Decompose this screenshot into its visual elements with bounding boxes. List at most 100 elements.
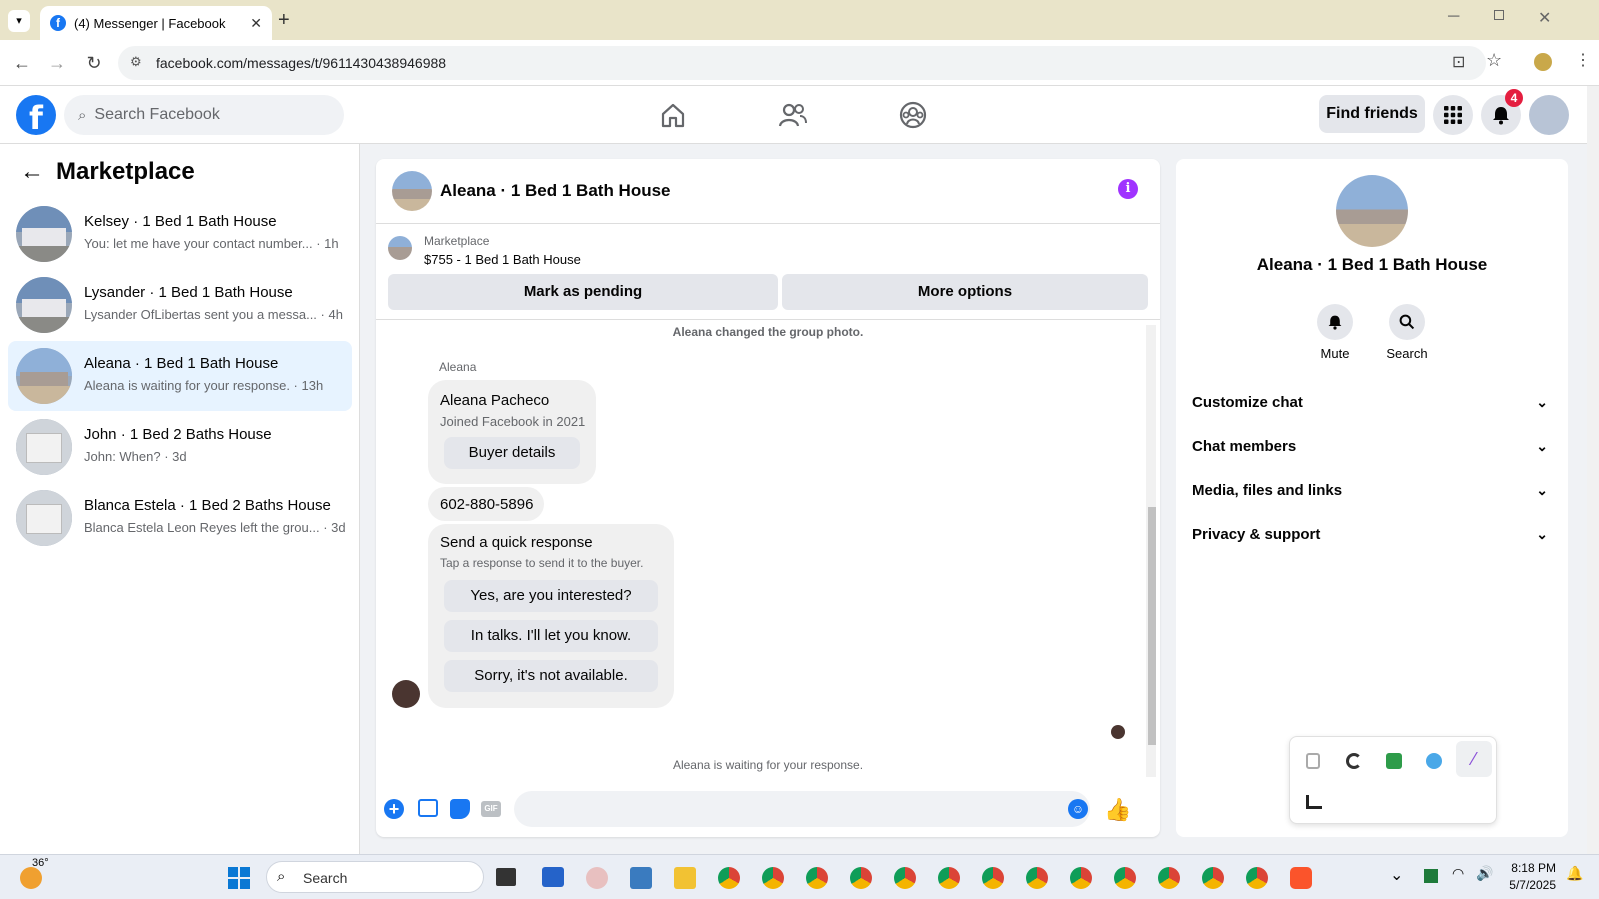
more-options-button[interactable]: More options [782,274,1148,310]
customize-chat-section[interactable]: Customize chat ⌄ [1192,394,1552,411]
friends-icon[interactable] [778,100,808,130]
chrome-icon[interactable] [982,867,1004,889]
quick-response-button[interactable]: Sorry, it's not available. [444,660,658,692]
mute-button[interactable] [1317,304,1353,340]
forward-icon[interactable]: → [44,50,70,76]
conversation-preview: You: let me have your contact number... … [84,236,339,251]
emoji-icon[interactable]: ☺ [1068,799,1088,819]
back-arrow-icon[interactable]: ← [20,158,44,186]
chrome-icon[interactable] [718,867,740,889]
chrome-icon[interactable] [1026,867,1048,889]
store-icon[interactable] [542,867,564,887]
buyer-details-button[interactable]: Buyer details [444,437,580,469]
reload-icon[interactable]: ↻ [81,50,107,76]
extension-icon[interactable] [1426,753,1442,769]
taskbar-search[interactable]: ⌕ Search [266,861,484,893]
browser-menu-icon[interactable]: ⋮ [1575,50,1591,70]
account-avatar[interactable] [1529,95,1569,135]
extension-icon[interactable] [1306,795,1322,809]
chrome-icon[interactable] [1114,867,1136,889]
chrome-icon[interactable] [850,867,872,889]
chrome-icon[interactable] [1070,867,1092,889]
brave-icon[interactable] [1290,867,1312,889]
chrome-icon[interactable] [806,867,828,889]
clock-date[interactable]: 5/7/2025 [1500,878,1556,892]
facebook-logo-icon[interactable]: f [16,95,56,137]
extension-icon[interactable]: ⁄ [1456,741,1492,777]
chrome-icon[interactable] [938,867,960,889]
gif-icon[interactable]: GIF [481,801,501,817]
page-scrollbar[interactable] [1587,86,1599,854]
sticker-icon[interactable] [450,799,470,819]
tab-list-dropdown-icon[interactable]: ▾ [8,10,30,32]
conversation-item[interactable]: John · 1 Bed 2 Baths House John: When? ·… [8,412,352,482]
conversation-item-active[interactable]: Aleana · 1 Bed 1 Bath House Aleana is wa… [8,341,352,411]
photo-icon[interactable] [418,799,438,817]
marketplace-conversation-list: ← Marketplace Kelsey · 1 Bed 1 Bath Hous… [0,144,360,854]
chrome-icon[interactable] [894,867,916,889]
back-icon[interactable]: ← [9,50,35,76]
chrome-icon[interactable] [1202,867,1224,889]
app-icon[interactable] [630,867,652,889]
privacy-support-section[interactable]: Privacy & support ⌄ [1192,526,1552,543]
listing-thumbnail[interactable] [388,236,412,260]
listing-price[interactable]: $755 - 1 Bed 1 Bath House [424,252,581,267]
groups-icon[interactable] [898,100,928,130]
conversation-item[interactable]: Kelsey · 1 Bed 1 Bath House You: let me … [8,199,352,269]
chat-avatar[interactable] [392,171,432,211]
minimize-icon[interactable]: ─ [1448,8,1459,26]
chat-profile-photo[interactable] [1336,175,1408,247]
home-icon[interactable] [658,100,688,130]
task-view-icon[interactable] [496,868,516,886]
install-app-icon[interactable]: ⊡ [1452,52,1465,72]
info-icon[interactable]: i [1118,179,1138,199]
notification-center-icon[interactable]: 🔔 [1566,865,1583,882]
message-input[interactable]: ☺ [514,791,1090,827]
conversation-item[interactable]: Lysander · 1 Bed 1 Bath House Lysander O… [8,270,352,340]
app-icon[interactable] [586,867,608,889]
chat-members-section[interactable]: Chat members ⌄ [1192,438,1552,455]
menu-grid-button[interactable] [1433,95,1473,135]
chat-scrollbar[interactable] [1146,325,1156,777]
close-window-icon[interactable]: ✕ [1538,8,1551,28]
extension-icon[interactable] [1306,753,1320,769]
url-field[interactable]: ⚙ facebook.com/messages/t/96114304389469… [118,46,1486,80]
like-thumb-icon[interactable]: 👍 [1104,797,1131,823]
chat-profile-name: Aleana · 1 Bed 1 Bath House [1256,255,1488,274]
clock-time[interactable]: 8:18 PM [1500,861,1556,875]
weather-icon[interactable] [20,867,42,889]
quick-response-button[interactable]: In talks. I'll let you know. [444,620,658,652]
chat-title[interactable]: Aleana · 1 Bed 1 Bath House [440,181,671,201]
facebook-search-input[interactable]: ⌕ Search Facebook [64,95,344,135]
new-tab-icon[interactable]: + [278,9,290,32]
sender-label: Aleana [439,360,477,374]
add-plus-icon[interactable]: + [384,799,404,819]
profile-icon[interactable] [1534,53,1552,71]
tray-overflow-icon[interactable]: ⌄ [1390,865,1403,885]
chrome-icon[interactable] [1246,867,1268,889]
facebook-favicon-icon: f [50,15,66,31]
site-info-icon[interactable]: ⚙ [130,54,142,70]
chrome-icon[interactable] [1158,867,1180,889]
chevron-down-icon: ⌄ [1536,482,1548,498]
chrome-icon[interactable] [762,867,784,889]
wifi-icon[interactable]: ◠ [1452,865,1464,882]
sender-avatar[interactable] [392,680,420,708]
volume-icon[interactable]: 🔊 [1476,865,1493,882]
file-explorer-icon[interactable] [674,867,696,889]
find-friends-button[interactable]: Find friends [1319,95,1425,133]
close-tab-icon[interactable]: ✕ [250,15,262,32]
media-files-links-section[interactable]: Media, files and links ⌄ [1192,482,1552,499]
start-icon[interactable] [228,867,250,889]
extension-icon[interactable] [1346,753,1362,769]
browser-tab[interactable]: f (4) Messenger | Facebook ✕ [40,6,272,40]
conversation-item[interactable]: Blanca Estela · 1 Bed 2 Baths House Blan… [8,483,352,553]
search-chat-button[interactable] [1389,304,1425,340]
quick-response-button[interactable]: Yes, are you interested? [444,580,658,612]
bookmark-star-icon[interactable]: ☆ [1486,50,1502,71]
mark-as-pending-button[interactable]: Mark as pending [388,274,778,310]
extension-icon[interactable] [1386,753,1402,769]
tray-app-icon[interactable] [1424,869,1438,883]
phone-number[interactable]: 602-880-5896 [440,496,533,513]
restore-icon[interactable] [1494,10,1504,20]
